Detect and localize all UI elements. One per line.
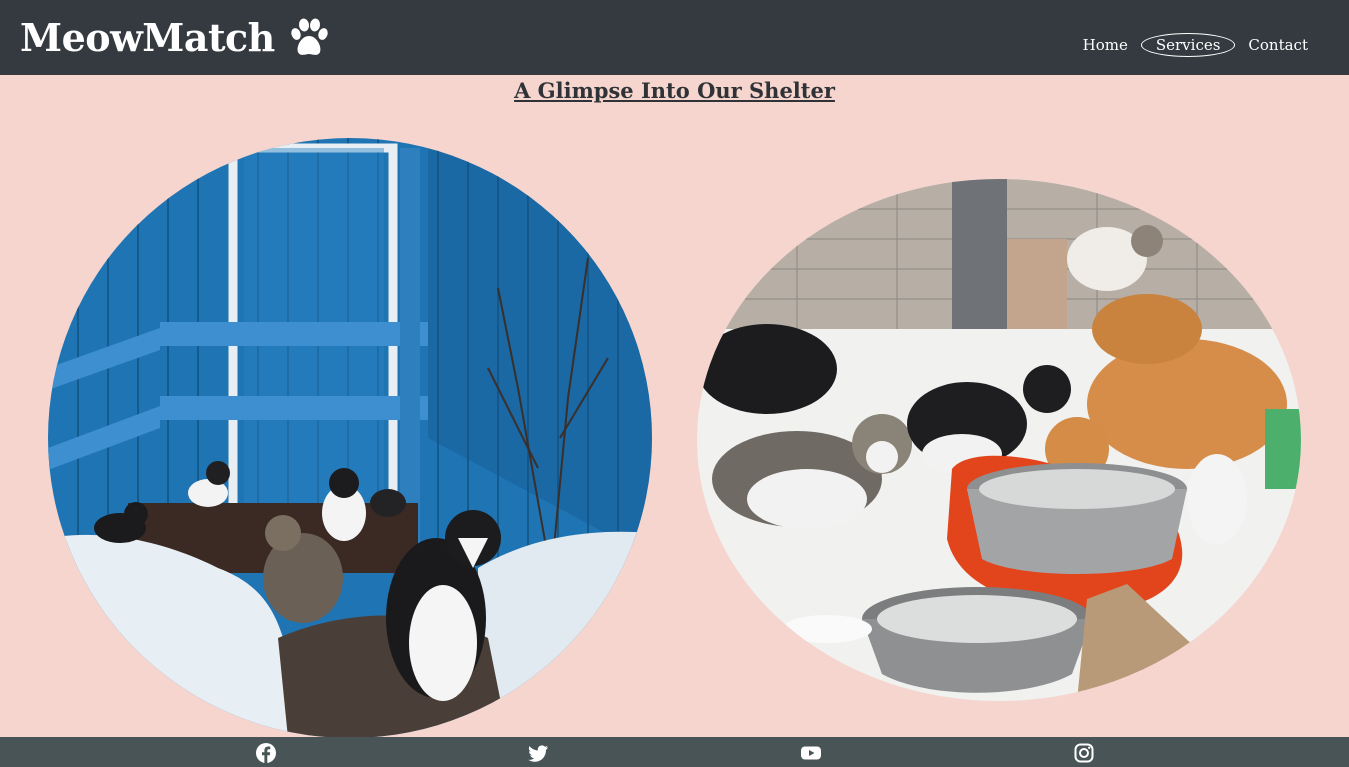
nav-contact-link[interactable]: Contact xyxy=(1239,33,1317,57)
instagram-icon xyxy=(1074,743,1094,763)
instagram-link[interactable] xyxy=(1073,742,1095,764)
youtube-link[interactable] xyxy=(800,742,822,764)
shelter-photo-feeding xyxy=(697,179,1301,701)
nav-services-link[interactable]: Services xyxy=(1140,32,1236,57)
nav-home-link[interactable]: Home xyxy=(1074,33,1137,57)
twitter-icon xyxy=(528,745,548,762)
footer xyxy=(0,737,1349,767)
nav-links: Home Services Contact xyxy=(1074,32,1329,57)
brand[interactable]: MeowMatch xyxy=(20,15,331,60)
blue-door-illustration xyxy=(48,138,652,738)
feeding-illustration xyxy=(697,179,1301,701)
section-title: A Glimpse Into Our Shelter xyxy=(514,78,835,103)
navbar: MeowMatch Home Services Contact xyxy=(0,0,1349,75)
facebook-icon xyxy=(256,743,276,763)
paw-icon xyxy=(291,18,328,55)
youtube-icon xyxy=(801,746,821,760)
shelter-photo-blue-door xyxy=(48,138,652,738)
twitter-link[interactable] xyxy=(527,742,549,764)
brand-name: MeowMatch xyxy=(20,15,275,60)
facebook-link[interactable] xyxy=(255,742,277,764)
